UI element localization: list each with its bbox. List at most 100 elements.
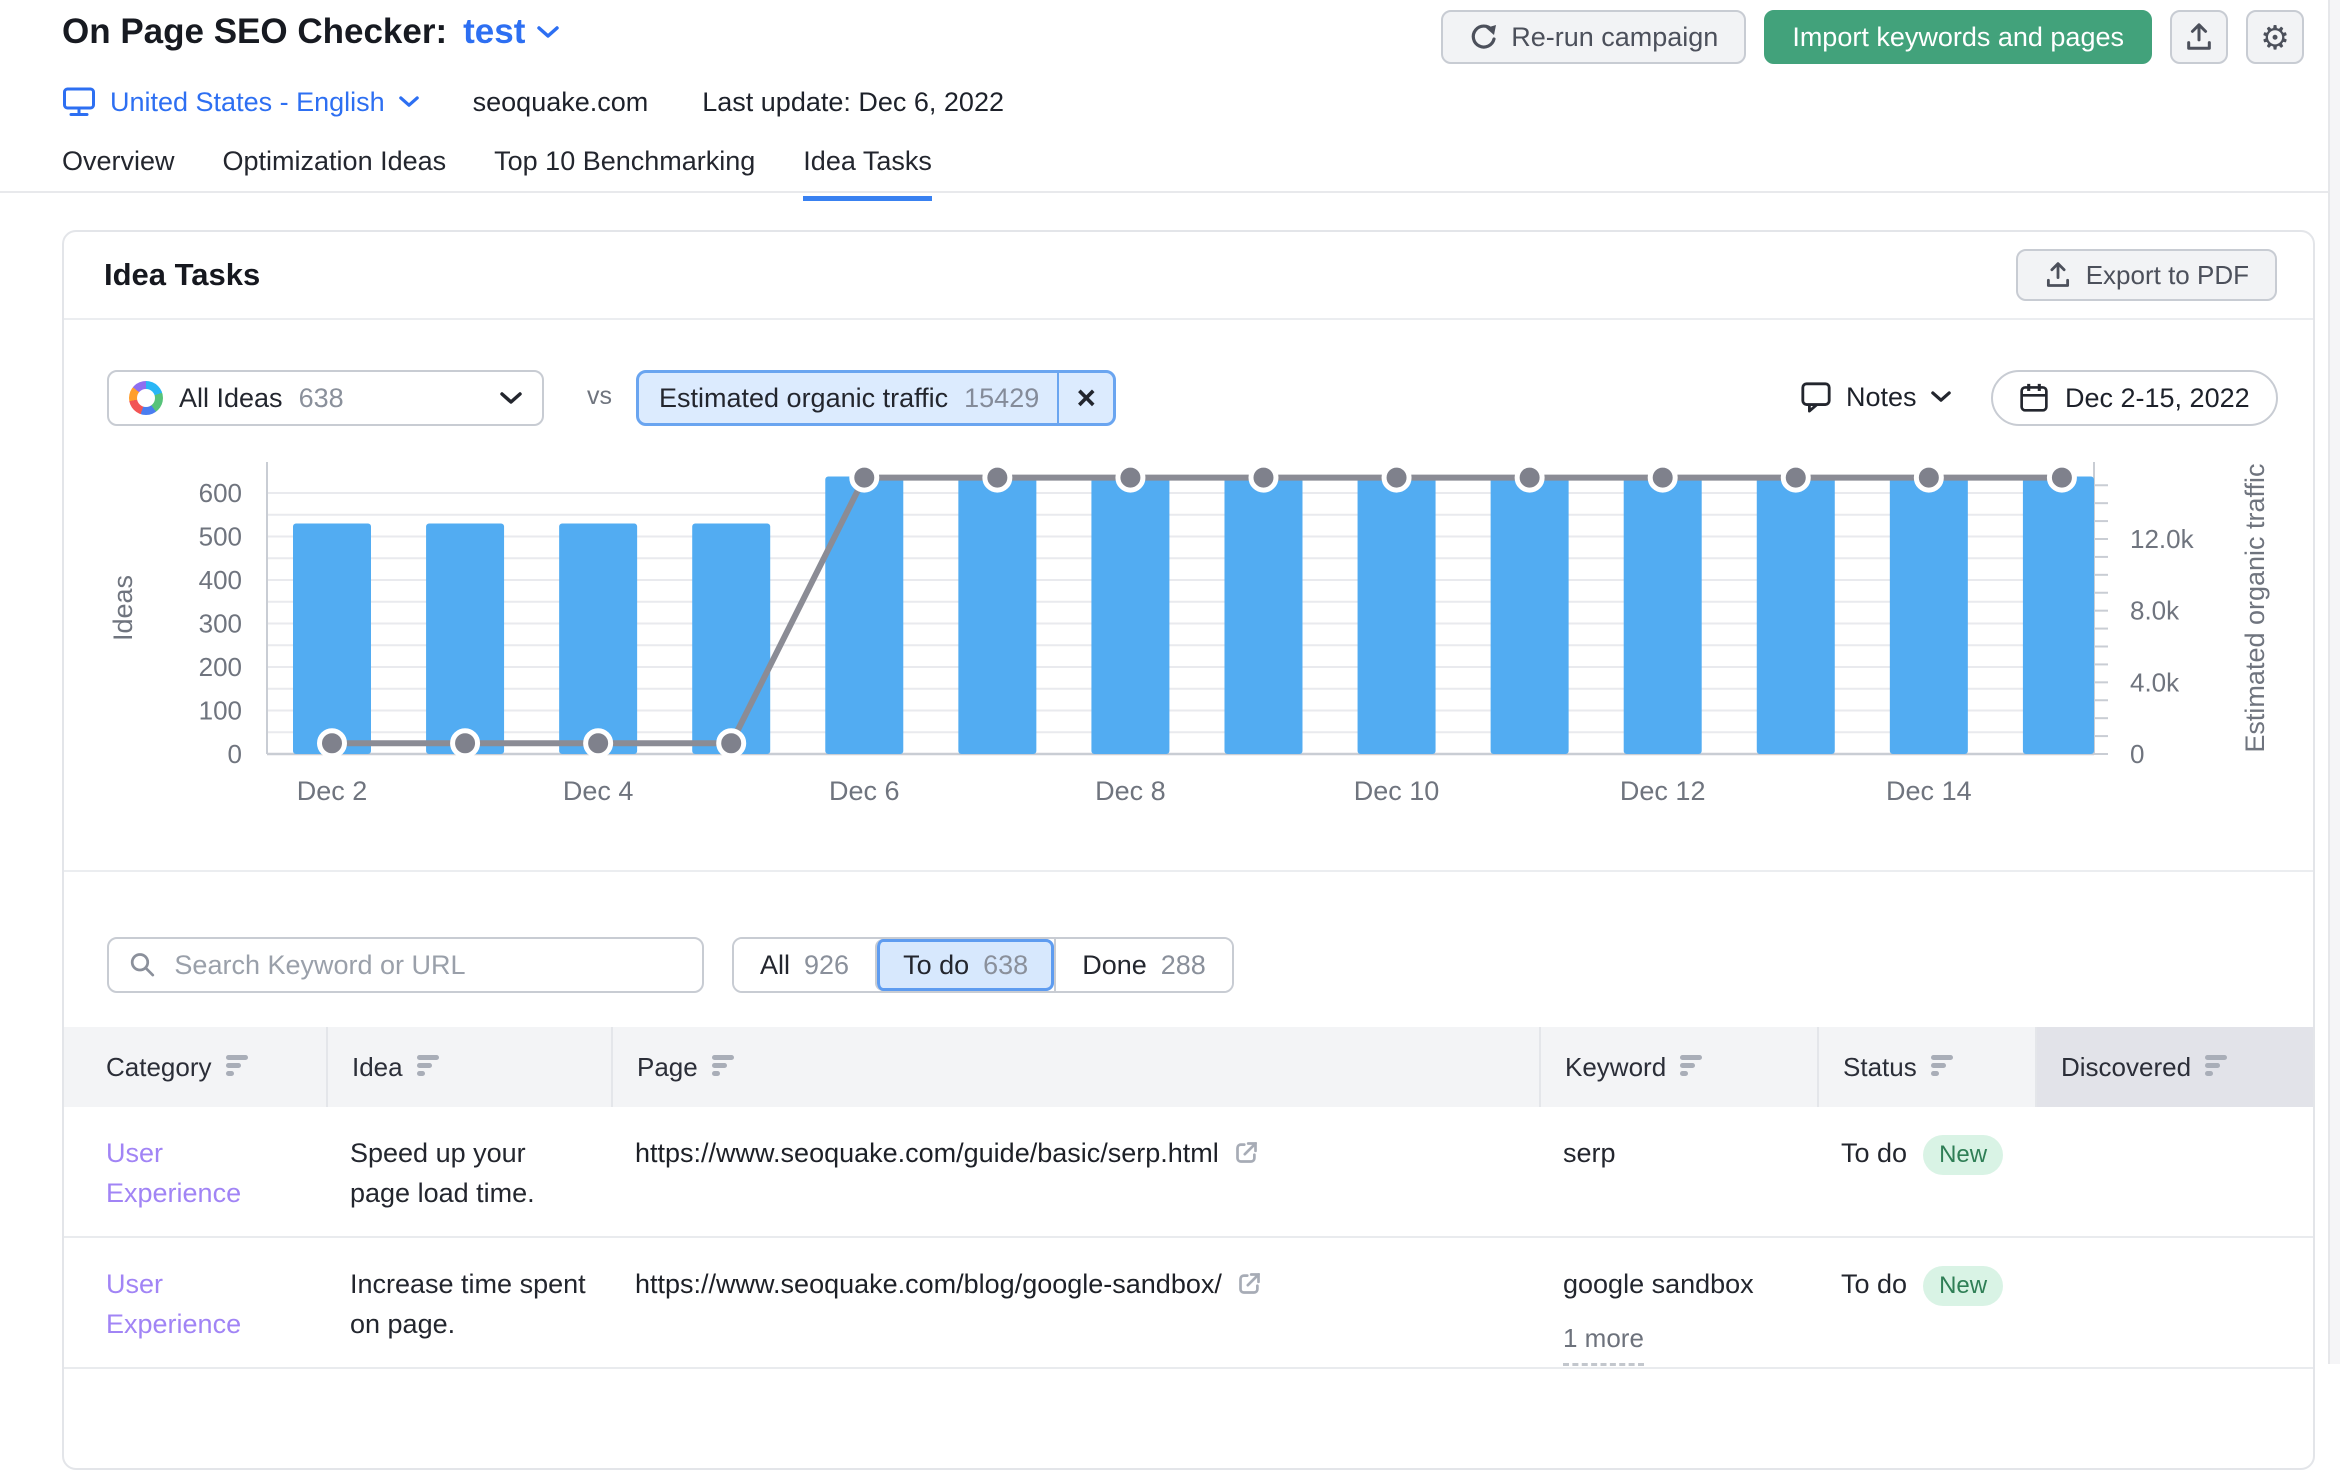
traffic-dot[interactable] [719, 731, 744, 756]
export-icon-button[interactable] [2170, 10, 2228, 64]
cell-page: https://www.seoquake.com/blog/google-san… [611, 1238, 1539, 1367]
external-link-icon[interactable] [1236, 1270, 1263, 1297]
page-title-text: On Page SEO Checker: [62, 12, 447, 52]
column-header-category[interactable]: Category [64, 1027, 326, 1107]
cell-category[interactable]: User Experience [64, 1238, 296, 1367]
segment-count: 288 [1161, 950, 1206, 981]
x-axis-label: Dec 14 [1886, 776, 1972, 806]
chart-bar[interactable] [1757, 476, 1835, 754]
column-header-idea[interactable]: Idea [326, 1027, 611, 1107]
column-header-keyword[interactable]: Keyword [1539, 1027, 1817, 1107]
search-icon [129, 950, 156, 980]
column-header-discovered[interactable]: Discovered [2035, 1027, 2315, 1107]
chart-bar[interactable] [1224, 476, 1302, 754]
traffic-dot[interactable] [1384, 465, 1409, 490]
locale-selector[interactable]: United States - English [62, 86, 419, 118]
column-label: Discovered [2061, 1052, 2191, 1083]
page-url[interactable]: https://www.seoquake.com/blog/google-san… [635, 1264, 1222, 1304]
header-actions: Re-run campaign Import keywords and page… [1441, 10, 2304, 64]
traffic-dot[interactable] [1251, 465, 1276, 490]
import-keywords-button[interactable]: Import keywords and pages [1764, 10, 2152, 64]
rerun-campaign-label: Re-run campaign [1511, 22, 1718, 53]
x-axis-label: Dec 4 [563, 776, 634, 806]
traffic-dot[interactable] [1783, 465, 1808, 490]
metric-chip[interactable]: Estimated organic traffic 15429 × [636, 370, 1116, 426]
traffic-dot[interactable] [985, 465, 1010, 490]
settings-button[interactable]: ⚙ [2246, 10, 2304, 64]
chart-bar[interactable] [1890, 476, 1968, 754]
cell-category[interactable]: User Experience [64, 1107, 296, 1236]
traffic-dot[interactable] [1517, 465, 1542, 490]
column-label: Status [1843, 1052, 1917, 1083]
traffic-dot[interactable] [1650, 465, 1675, 490]
locale-label: United States - English [110, 87, 385, 118]
chart-bar[interactable] [559, 523, 637, 754]
sort-filter-icon[interactable] [2205, 1055, 2231, 1079]
search-input[interactable] [172, 949, 682, 982]
table-body: User ExperienceSpeed up your page load t… [64, 1107, 2315, 1369]
keyword-text: serp [1563, 1133, 1797, 1173]
ideas-dropdown-count: 638 [299, 383, 344, 414]
chart-bar[interactable] [692, 523, 770, 754]
reload-icon [1469, 23, 1497, 51]
traffic-dot[interactable] [852, 465, 877, 490]
page-url[interactable]: https://www.seoquake.com/guide/basic/ser… [635, 1133, 1219, 1173]
chart-bar[interactable] [2023, 476, 2094, 754]
traffic-dot[interactable] [586, 731, 611, 756]
table-row: User ExperienceIncrease time spent on pa… [64, 1238, 2315, 1369]
chart-bar[interactable] [1358, 476, 1436, 754]
chart-bar[interactable] [293, 523, 371, 754]
left-axis-tick: 300 [199, 609, 242, 639]
segment-all[interactable]: All926 [734, 939, 875, 991]
column-header-status[interactable]: Status [1817, 1027, 2035, 1107]
sort-filter-icon[interactable] [417, 1055, 443, 1079]
export-to-pdf-button[interactable]: Export to PDF [2016, 249, 2277, 301]
x-axis-label: Dec 12 [1620, 776, 1706, 806]
rerun-campaign-button[interactable]: Re-run campaign [1441, 10, 1746, 64]
left-axis-tick: 100 [199, 696, 242, 726]
chart-bar[interactable] [1624, 476, 1702, 754]
cell-discovered [2035, 1238, 2315, 1367]
campaign-selector[interactable]: test [463, 12, 559, 52]
sort-filter-icon[interactable] [1931, 1055, 1957, 1079]
right-axis-tick: 12.0k [2130, 524, 2195, 554]
ideas-dropdown[interactable]: All Ideas 638 [107, 370, 544, 426]
last-update-text: Last update: Dec 6, 2022 [702, 87, 1004, 118]
keyword-more-link[interactable]: 1 more [1563, 1318, 1644, 1366]
ideas-dropdown-label: All Ideas [179, 383, 283, 414]
segment-count: 638 [983, 950, 1028, 981]
sort-filter-icon[interactable] [226, 1055, 252, 1079]
left-axis-tick: 200 [199, 652, 242, 682]
notes-dropdown[interactable]: Notes [1800, 380, 1951, 414]
calendar-icon [2019, 382, 2049, 414]
traffic-dot[interactable] [1118, 465, 1143, 490]
monitor-icon [62, 86, 96, 118]
traffic-dot[interactable] [2049, 465, 2074, 490]
keyword-text: google sandbox [1563, 1264, 1797, 1304]
metric-chip-close-icon[interactable]: × [1057, 373, 1113, 423]
campaign-domain: seoquake.com [473, 87, 649, 118]
status-badge: New [1923, 1135, 2003, 1175]
column-header-page[interactable]: Page [611, 1027, 1539, 1107]
column-label: Category [106, 1052, 212, 1083]
chart-bar[interactable] [825, 476, 903, 754]
campaign-name: test [463, 12, 525, 52]
chart-bar[interactable] [958, 476, 1036, 754]
chart-bar[interactable] [1091, 476, 1169, 754]
segment-done[interactable]: Done288 [1054, 939, 1232, 991]
status-text[interactable]: To do [1841, 1133, 1907, 1173]
traffic-dot[interactable] [453, 731, 478, 756]
external-link-icon[interactable] [1233, 1139, 1260, 1166]
traffic-dot[interactable] [320, 731, 345, 756]
scrollbar[interactable] [2328, 0, 2340, 1364]
status-text[interactable]: To do [1841, 1264, 1907, 1304]
table-header: Category IdeaPageKeyword Status Discovered [64, 1027, 2315, 1107]
segment-to-do[interactable]: To do638 [875, 939, 1054, 991]
date-range-picker[interactable]: Dec 2-15, 2022 [1991, 370, 2278, 426]
chart-bar[interactable] [1491, 476, 1569, 754]
sort-filter-icon[interactable] [1680, 1055, 1706, 1079]
chart-bar[interactable] [426, 523, 504, 754]
sort-filter-icon[interactable] [712, 1055, 738, 1079]
traffic-dot[interactable] [1916, 465, 1941, 490]
segment-label: All [760, 950, 790, 981]
